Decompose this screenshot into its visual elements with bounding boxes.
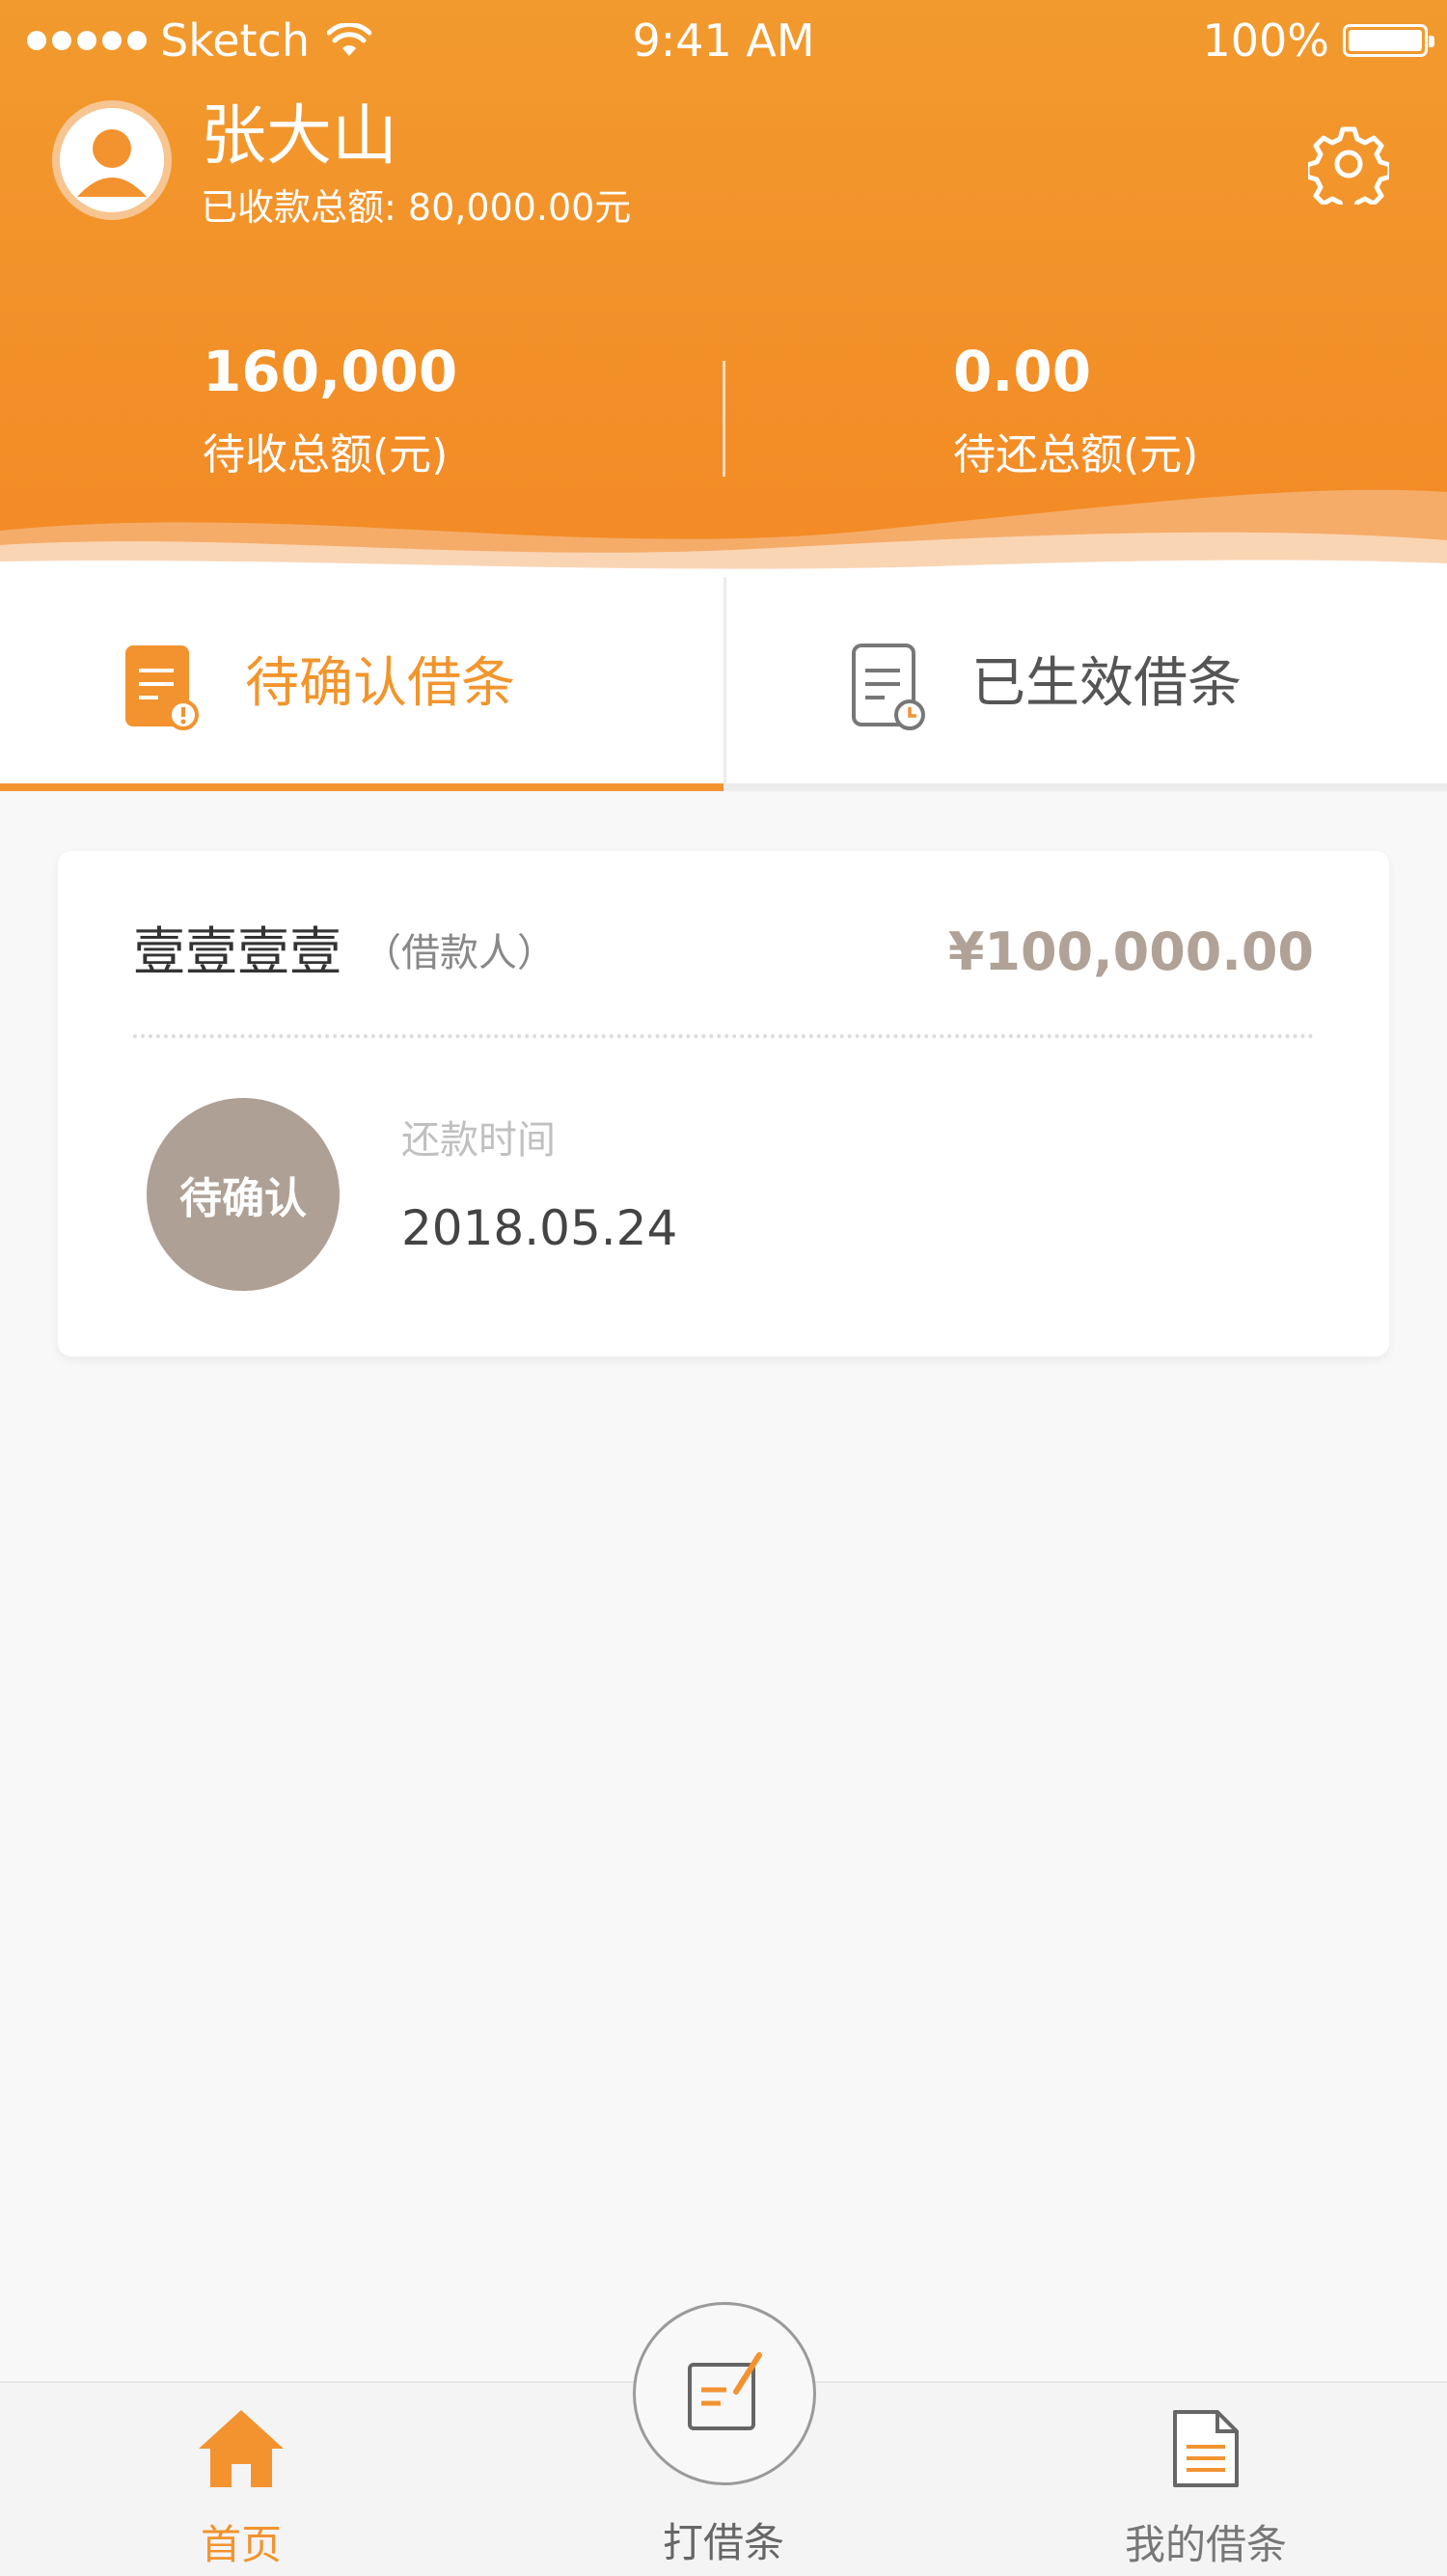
nav-home[interactable]: 首页 [145, 2383, 338, 2576]
battery-percent: 100% [1202, 14, 1329, 67]
tab-bar: 待确认借条 已生效借条 [0, 577, 1447, 791]
status-bar: Sketch 9:41 AM 100% [0, 0, 1447, 81]
due-label: 还款时间 [401, 1118, 556, 1163]
collected-label: 已收款总额: [201, 186, 396, 229]
tab-effective[interactable]: 已生效借条 [726, 577, 1447, 791]
write-note-label[interactable]: 打借条 [579, 2516, 868, 2570]
payable-stat[interactable]: 0.00 待还总额(元) [953, 338, 1198, 484]
payable-value: 0.00 [953, 339, 1092, 404]
collected-value: 80,000.00元 [407, 186, 632, 229]
loan-amount: ¥100,000.00 [947, 921, 1314, 982]
borrower-role: （借款人） [363, 931, 556, 975]
user-name: 张大山 [201, 98, 398, 175]
tab-inactive-indicator [726, 783, 1447, 791]
document-icon [1173, 2410, 1239, 2487]
gear-icon[interactable] [1308, 123, 1389, 205]
receivable-stat[interactable]: 160,000 待收总额(元) [203, 338, 457, 484]
loan-card[interactable]: 壹壹壹壹 （借款人） ¥100,000.00 待确认 还款时间 2018.05.… [58, 851, 1389, 1357]
tab-effective-label: 已生效借条 [971, 652, 1242, 715]
nav-my-notes-label: 我的借条 [1124, 2521, 1287, 2568]
pending-note-icon [125, 645, 199, 730]
write-note-button[interactable] [633, 2302, 816, 2485]
due-date: 2018.05.24 [401, 1200, 678, 1256]
status-badge: 待确认 [147, 1098, 340, 1291]
header: Sketch 9:41 AM 100% 张大山 已收款总额: 80,000.00… [0, 0, 1447, 579]
borrower-name: 壹壹壹壹 [133, 921, 341, 982]
receivable-value: 160,000 [203, 339, 458, 404]
effective-note-icon [852, 644, 925, 730]
tab-pending-label: 待确认借条 [245, 652, 515, 715]
header-wave-decoration [0, 489, 1447, 579]
tab-active-indicator [0, 783, 724, 791]
home-icon [199, 2410, 284, 2487]
battery-icon [1343, 24, 1434, 57]
tab-pending[interactable]: 待确认借条 [0, 577, 724, 791]
card-divider [133, 1034, 1314, 1038]
nav-my-notes[interactable]: 我的借条 [1109, 2383, 1302, 2576]
write-note-icon [688, 2352, 762, 2430]
stats-divider [723, 361, 725, 477]
avatar[interactable] [52, 100, 172, 220]
user-avatar-icon [60, 108, 164, 212]
nav-home-label: 首页 [200, 2521, 282, 2568]
collected-total: 已收款总额: 80,000.00元 [201, 183, 631, 232]
